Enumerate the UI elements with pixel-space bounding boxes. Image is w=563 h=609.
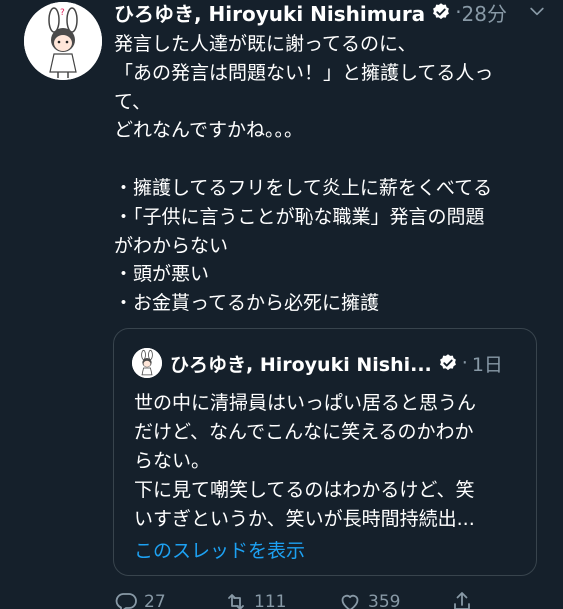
tweet-body-line: ・お金貰ってるから必死に擁護 <box>114 292 380 315</box>
quoted-text-line: だけど、なんでこんなに笑えるのかわか <box>134 421 474 443</box>
like-count: 359 <box>368 592 401 609</box>
like-button[interactable]: 359 <box>338 590 400 609</box>
tweet-header: ひろゆき, Hiroyuki Nishimura · 28分 <box>114 0 549 27</box>
quoted-display-name: ひろゆき, Hiroyuki Nishi... <box>170 353 432 376</box>
action-bar: 27 111 359 <box>114 590 554 609</box>
quoted-tweet[interactable]: ひろゆき, Hiroyuki Nishi... · 1日 世の中に清掃員はいっぱ… <box>113 328 537 576</box>
quoted-text-line: 下に見て嘲笑してるのはわかるけど、笑 <box>134 479 475 501</box>
display-name[interactable]: ひろゆき, Hiroyuki Nishimura <box>114 0 425 27</box>
avatar[interactable]: ? <box>24 2 102 80</box>
show-thread-link[interactable]: このスレッドを表示 <box>134 536 305 563</box>
tweet-body-line: て、 <box>114 90 152 113</box>
heart-icon <box>341 594 359 609</box>
avatar-illustration: ? <box>24 2 102 80</box>
quoted-text: 世の中に清掃員はいっぱい居ると思うん だけど、なんでこんなに笑えるのかわか らな… <box>134 389 524 534</box>
tweet-body-line: ・「子供に言うことが恥な職業」発言の問題 <box>114 205 485 228</box>
timestamp[interactable]: 28分 <box>462 0 507 27</box>
share-button[interactable] <box>450 590 480 609</box>
share-icon <box>454 592 470 609</box>
svg-text:?: ? <box>60 8 65 18</box>
tweet-body-line: ・擁護してるフリをして炎上に薪をくべてる <box>114 176 493 199</box>
reply-button[interactable]: 27 <box>114 590 166 609</box>
retweet-button[interactable]: 111 <box>224 590 286 609</box>
quoted-separator: · <box>461 352 468 374</box>
chevron-down-icon[interactable] <box>527 1 547 21</box>
tweet-body: 発言した人達が既に謝ってるのに、 「あの発言は問題ない！」と擁護してる人っ て、… <box>114 30 544 318</box>
retweet-icon <box>228 594 244 609</box>
retweet-count: 111 <box>254 592 287 609</box>
quoted-text-line: いすぎというか、笑いが長時間持続出... <box>134 508 475 530</box>
tweet-body-line <box>114 145 544 174</box>
reply-icon <box>115 593 137 609</box>
tweet[interactable]: ? ひろゆき, Hiroyuki Nishimura · 28分 発言した人達が… <box>0 0 563 609</box>
quoted-avatar-illustration <box>132 348 162 378</box>
tweet-body-line: どれなんですかね。。。 <box>114 119 304 142</box>
tweet-body-line: ・頭が悪い <box>114 263 210 286</box>
tweet-body-line: がわからない <box>114 234 229 257</box>
tweet-body-line: 「あの発言は問題ない！」と擁護してる人っ <box>114 61 494 84</box>
verified-icon <box>433 3 450 20</box>
reply-count: 27 <box>144 592 166 609</box>
quoted-text-line: 世の中に清掃員はいっぱい居ると思うん <box>134 392 477 414</box>
quoted-avatar <box>132 348 162 378</box>
quoted-timestamp: 1日 <box>471 353 503 376</box>
verified-icon <box>439 354 456 371</box>
quoted-text-line: らない。 <box>134 450 211 472</box>
tweet-body-line: 発言した人達が既に謝ってるのに、 <box>114 33 417 55</box>
quoted-tweet-header: ひろゆき, Hiroyuki Nishi... · 1日 <box>132 347 518 379</box>
